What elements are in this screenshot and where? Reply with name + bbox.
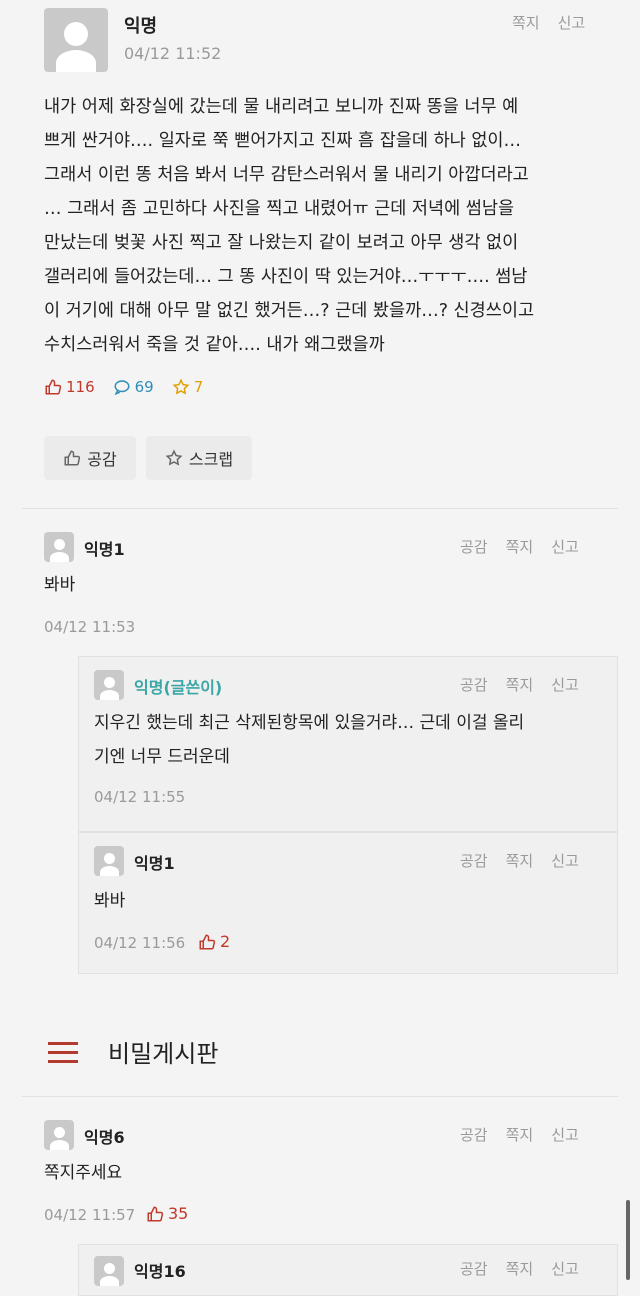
menu-icon[interactable] (48, 1042, 78, 1064)
comment-count: 69 (113, 378, 154, 396)
reply-actions: 공감 쪽지 신고 (460, 1258, 579, 1279)
star-icon (172, 378, 190, 395)
post-body-line: 이 거기에 대해 아무 말 없긴 했거든…? 근데 봤을까…? 신경쓰이고 (44, 301, 535, 321)
report-link[interactable]: 신고 (551, 850, 579, 871)
reply-text-line: 지우긴 했는데 최근 삭제된항목에 있을거랴… 근데 이걸 올리 (94, 713, 525, 733)
like-count: 116 (44, 378, 95, 396)
report-link[interactable]: 신고 (558, 12, 586, 33)
thumbs-up-icon (64, 450, 81, 466)
comment-avatar (44, 532, 74, 562)
comment-author: 익명6 (84, 1128, 125, 1147)
like-button[interactable]: 공감 (44, 436, 136, 480)
comment-timestamp: 04/12 11:57 (44, 1206, 136, 1224)
thumbs-up-icon (45, 379, 62, 395)
comment-actions: 공감 쪽지 신고 (460, 1124, 579, 1145)
post-actions: 쪽지 신고 (512, 12, 585, 33)
report-link[interactable]: 신고 (551, 1124, 579, 1145)
message-link[interactable]: 쪽지 (512, 12, 540, 33)
post-body-line: 쁘게 싼거야…. 일자로 쭉 뻗어가지고 진짜 흠 잡을데 하나 없이… (44, 131, 522, 151)
message-link[interactable]: 쪽지 (506, 674, 534, 695)
message-link[interactable]: 쪽지 (506, 1124, 534, 1145)
comment-actions: 공감 쪽지 신고 (460, 536, 579, 557)
reply-actions: 공감 쪽지 신고 (460, 850, 579, 871)
message-link[interactable]: 쪽지 (506, 850, 534, 871)
like-link[interactable]: 공감 (460, 536, 488, 557)
like-link[interactable]: 공감 (460, 674, 488, 695)
reply-text-line: 기엔 너무 드러운데 (94, 747, 230, 767)
scrollbar[interactable] (626, 1200, 630, 1280)
comment-avatar (44, 1120, 74, 1150)
scrap-count: 7 (172, 378, 203, 396)
post-stats: 116 69 7 (44, 378, 203, 396)
post-body-line: 그래서 이런 똥 처음 봐서 너무 감탄스러워서 물 내리기 아깝더라고 (44, 165, 529, 185)
post-timestamp: 04/12 11:52 (124, 44, 222, 63)
speech-bubble-icon (114, 380, 130, 396)
comment-text: 봐바 (44, 575, 76, 595)
reply-text: 봐바 (94, 891, 126, 911)
like-link[interactable]: 공감 (460, 1258, 488, 1279)
like-link[interactable]: 공감 (460, 850, 488, 871)
message-link[interactable]: 쪽지 (506, 536, 534, 557)
board-title[interactable]: 비밀게시판 (108, 1034, 218, 1069)
comment-text: 쪽지주세요 (44, 1163, 123, 1183)
post-body-line: … 그래서 좀 고민하다 사진을 찍고 내렸어ㅠ 근데 저녁에 썸남을 (44, 199, 515, 219)
post-body-line: 수치스러워서 죽을 것 같아…. 내가 왜그랬을까 (44, 335, 385, 355)
thumbs-up-icon (199, 933, 216, 949)
thumbs-up-icon (147, 1205, 164, 1221)
report-link[interactable]: 신고 (551, 674, 579, 695)
reply-author: 익명1 (134, 854, 175, 873)
post-body: 내가 어제 화장실에 갔는데 물 내리려고 보니까 진짜 똥을 너무 예 쁘게 … (44, 90, 604, 362)
section-divider (22, 508, 618, 509)
comment-timestamp: 04/12 11:53 (44, 618, 136, 636)
reply-like-count: 2 (198, 932, 230, 951)
reply-avatar (94, 1256, 124, 1286)
post-body-line: 내가 어제 화장실에 갔는데 물 내리려고 보니까 진짜 똥을 너무 예 (44, 97, 519, 117)
post-author-name: 익명 (124, 16, 158, 37)
post-body-line: 갤러리에 들어갔는데… 그 똥 사진이 딱 있는거야…ㅜㅜㅜ…. 썸남 (44, 267, 528, 287)
post-body-line: 만났는데 벚꽃 사진 찍고 잘 나왔는지 같이 보려고 아무 생각 없이 (44, 233, 519, 253)
reply-timestamp: 04/12 11:56 (94, 934, 186, 952)
post-author-avatar (44, 8, 108, 72)
star-icon (165, 449, 183, 466)
section-divider (22, 1096, 618, 1097)
reply-author: 익명16 (134, 1262, 186, 1281)
reply-actions: 공감 쪽지 신고 (460, 674, 579, 695)
scrap-button[interactable]: 스크랩 (146, 436, 252, 480)
comment-like-count: 35 (146, 1204, 188, 1223)
reply-author: 익명(글쓴이) (134, 678, 223, 697)
like-link[interactable]: 공감 (460, 1124, 488, 1145)
report-link[interactable]: 신고 (551, 1258, 579, 1279)
comment-author: 익명1 (84, 540, 125, 559)
reply-text: 지우긴 했는데 최근 삭제된항목에 있을거랴… 근데 이걸 올리 기엔 너무 드… (94, 706, 604, 774)
report-link[interactable]: 신고 (551, 536, 579, 557)
reply-avatar (94, 846, 124, 876)
reply-timestamp: 04/12 11:55 (94, 788, 186, 806)
message-link[interactable]: 쪽지 (506, 1258, 534, 1279)
reply-avatar (94, 670, 124, 700)
